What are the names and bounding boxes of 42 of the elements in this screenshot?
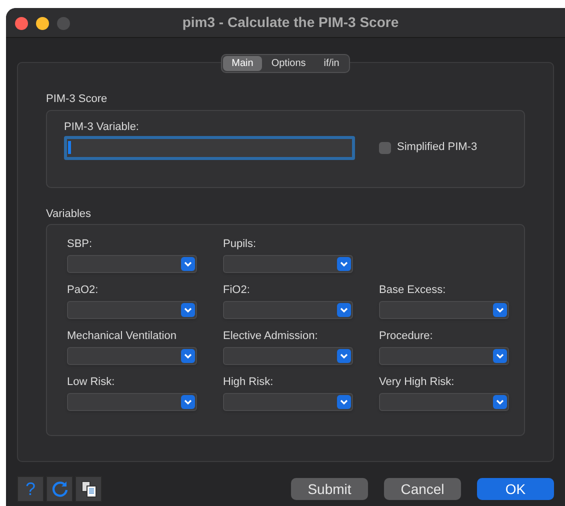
field-label: Elective Admission: [223,329,319,342]
field-label: Procedure: [379,329,434,342]
dropdown[interactable] [223,393,353,411]
dropdown[interactable] [67,301,197,319]
copy-button[interactable] [75,476,102,502]
field-label: PaO2: [67,283,100,296]
field-label: FiO2: [223,283,251,296]
field-label: Base Excess: [379,283,447,296]
field-label: Pupils: [223,237,258,250]
minimize-icon[interactable] [36,17,49,30]
checkbox[interactable] [379,142,391,154]
group-title: PIM-3 Score [46,92,108,107]
group-title: Variables [46,206,92,222]
field-label: Low Risk: [67,375,116,388]
dropdown[interactable] [223,347,353,365]
field-label: SBP: [67,237,94,250]
tab[interactable]: Main [222,56,262,71]
ok-button[interactable]: OK [477,478,554,500]
field-label: High Risk: [223,375,274,388]
tab[interactable]: Options [262,56,315,71]
checkbox-label: Simplified PIM-3 [397,140,478,156]
reset-button[interactable] [46,476,73,502]
zoom-icon [57,17,70,30]
field-label: Very High Risk: [379,375,456,388]
close-icon[interactable] [15,17,28,30]
field-label: Mechanical Ventilation [67,329,178,342]
copy-icon [80,480,98,498]
tab[interactable]: if/in [314,56,348,71]
refresh-icon [50,480,68,498]
dropdown[interactable] [67,347,197,365]
dropdown[interactable] [67,393,197,411]
dialog-button[interactable]: Submit [291,478,368,500]
dropdown[interactable] [379,301,509,319]
field-label: PIM-3 Variable: [64,120,140,134]
dropdown[interactable] [223,301,353,319]
dialog-button[interactable]: Cancel [384,478,461,500]
dropdown[interactable] [223,255,353,273]
dropdown[interactable] [379,347,509,365]
dropdown[interactable] [379,393,509,411]
input-field[interactable] [64,136,355,160]
dropdown[interactable] [67,255,197,273]
window-title: pim3 - Calculate the PIM-3 Score [182,13,399,32]
